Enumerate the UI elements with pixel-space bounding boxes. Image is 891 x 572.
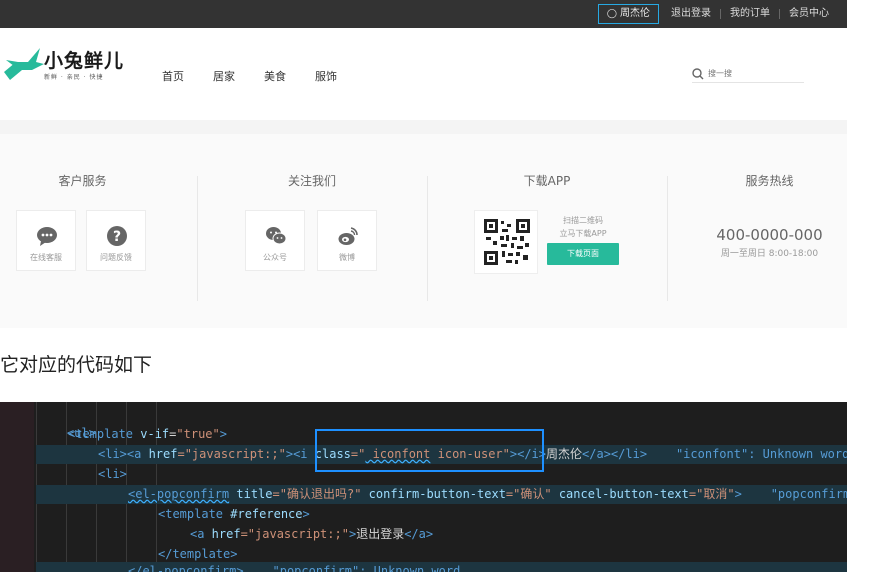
code-token: 退出登录 bbox=[356, 527, 405, 541]
highlight-box bbox=[315, 429, 544, 472]
editor-gutter bbox=[0, 402, 34, 572]
weibo-label: 微博 bbox=[339, 253, 355, 262]
customer-service-title: 客户服务 bbox=[58, 174, 107, 188]
logo-title: 小兔鲜儿 bbox=[44, 50, 125, 72]
qr-line-1: 扫描二维码 bbox=[563, 216, 603, 225]
search-input[interactable] bbox=[708, 67, 798, 80]
code-line: <a href="javascript:;">退出登录</a> bbox=[190, 525, 847, 544]
lint-warning: "popconfirm": Unknown word. bbox=[243, 564, 468, 572]
qr-instructions: 扫描二维码 立马下载APP bbox=[547, 214, 619, 240]
top-nav: ◯ 周杰伦 退出登录 我的订单 会员中心 bbox=[597, 0, 847, 28]
code-token: </a></li> bbox=[582, 447, 648, 461]
code-token: > bbox=[302, 507, 310, 521]
code-token: 周杰伦 bbox=[546, 447, 583, 461]
main-nav: 首页 居家 美食 服饰 bbox=[162, 68, 366, 84]
code-token: confirm-button-text bbox=[361, 487, 506, 501]
qr-code bbox=[474, 210, 538, 274]
orders-link[interactable]: 我的订单 bbox=[721, 8, 779, 20]
hotline-phone: 400-0000-000 bbox=[716, 226, 823, 244]
code-line: <ul> bbox=[38, 405, 847, 440]
rabbit-logo-icon bbox=[4, 48, 44, 80]
question-icon: ? bbox=[107, 226, 127, 246]
code-token: > bbox=[734, 487, 742, 501]
code-token: </a> bbox=[404, 527, 434, 541]
online-service-button[interactable]: 在线客服 bbox=[16, 210, 76, 271]
code-token: <li> bbox=[98, 467, 127, 481]
code-token: <li><a bbox=[98, 447, 142, 461]
code-token: href bbox=[204, 527, 241, 541]
column-divider bbox=[667, 176, 668, 301]
code-token: #reference bbox=[223, 507, 303, 521]
logo[interactable]: 小兔鲜儿 新鲜 · 亲民 · 快捷 bbox=[2, 44, 162, 90]
hotline-title: 服务热线 bbox=[745, 174, 794, 188]
wechat-icon bbox=[266, 227, 287, 245]
user-link[interactable]: ◯ 周杰伦 bbox=[597, 4, 659, 24]
code-token: title bbox=[229, 487, 273, 501]
code-token: </el-popconfirm> bbox=[128, 564, 244, 572]
code-token: <a bbox=[190, 527, 205, 541]
code-token: ="取消" bbox=[688, 487, 735, 501]
wechat-button[interactable]: 公众号 bbox=[245, 210, 305, 271]
download-app-title: 下载APP bbox=[523, 174, 571, 188]
chat-icon bbox=[37, 227, 57, 246]
lint-warning: "iconfont": Unknown word. bbox=[647, 447, 847, 461]
weibo-icon bbox=[338, 227, 358, 245]
site-header: 小兔鲜儿 新鲜 · 亲民 · 快捷 首页 居家 美食 服饰 bbox=[0, 28, 847, 120]
code-token: href bbox=[141, 447, 178, 461]
code-line-highlighted: </el-popconfirm> "popconfirm": Unknown w… bbox=[36, 562, 847, 572]
services-section: 客户服务 在线客服 ? 问题反馈 关注我们 公众号 微博 下载APP 扫描二维码… bbox=[0, 134, 847, 328]
separator-strip bbox=[0, 120, 847, 134]
qr-line-2: 立马下载APP bbox=[559, 229, 607, 238]
top-bar: ◯ 周杰伦 退出登录 我的订单 会员中心 bbox=[0, 0, 847, 28]
follow-us-title: 关注我们 bbox=[287, 174, 336, 188]
qr-code-icon bbox=[484, 219, 530, 265]
code-line: <template #reference> bbox=[158, 505, 847, 524]
code-token: ="确认" bbox=[505, 487, 552, 501]
feedback-button[interactable]: ? 问题反馈 bbox=[86, 210, 146, 271]
code-token: <template bbox=[68, 427, 134, 441]
code-token: <el-popconfirm bbox=[128, 487, 230, 501]
nav-item-clothing[interactable]: 服饰 bbox=[315, 68, 337, 84]
caption-text: 它对应的代码如下 bbox=[0, 354, 153, 376]
code-token: ><i bbox=[285, 447, 308, 461]
code-token: v-if bbox=[133, 427, 170, 441]
code-token: <template bbox=[158, 507, 224, 521]
code-editor: <ul> <template v-if="true"> <li><a href=… bbox=[0, 402, 847, 572]
search-icon bbox=[692, 68, 704, 80]
nav-item-food[interactable]: 美食 bbox=[264, 68, 286, 84]
search-bar bbox=[692, 66, 804, 83]
member-link[interactable]: 会员中心 bbox=[780, 8, 847, 20]
logo-subtitle: 新鲜 · 亲民 · 快捷 bbox=[44, 74, 104, 81]
code-token: </template> bbox=[158, 547, 238, 561]
code-token: "true" bbox=[176, 427, 220, 441]
code-token: > bbox=[219, 427, 227, 441]
lint-warning: "popconfirm": Unknown word. bbox=[770, 487, 847, 501]
hotline-hours: 周一至周日 8:00-18:00 bbox=[720, 249, 819, 259]
code-token: ="javascript:;" bbox=[240, 527, 349, 541]
feedback-label: 问题反馈 bbox=[100, 253, 132, 262]
wechat-label: 公众号 bbox=[263, 253, 287, 262]
code-token: ="javascript:;" bbox=[177, 447, 286, 461]
user-icon: ◯ bbox=[606, 9, 617, 19]
download-page-button[interactable]: 下载页面 bbox=[547, 243, 619, 265]
nav-item-home-goods[interactable]: 居家 bbox=[213, 68, 235, 84]
follow-us-column: 关注我们 公众号 微博 bbox=[197, 134, 427, 328]
code-token: ="确认退出吗?" bbox=[272, 487, 362, 501]
customer-service-column: 客户服务 在线客服 ? 问题反馈 bbox=[0, 134, 197, 328]
code-token: cancel-button-text bbox=[551, 487, 689, 501]
weibo-button[interactable]: 微博 bbox=[317, 210, 377, 271]
user-name: 周杰伦 bbox=[620, 8, 650, 19]
code-line-highlighted: <el-popconfirm title="确认退出吗?" confirm-bu… bbox=[36, 485, 847, 504]
online-service-label: 在线客服 bbox=[30, 253, 62, 262]
logout-link[interactable]: 退出登录 bbox=[662, 8, 720, 20]
nav-item-home[interactable]: 首页 bbox=[162, 68, 184, 84]
svg-text:?: ? bbox=[113, 229, 121, 245]
